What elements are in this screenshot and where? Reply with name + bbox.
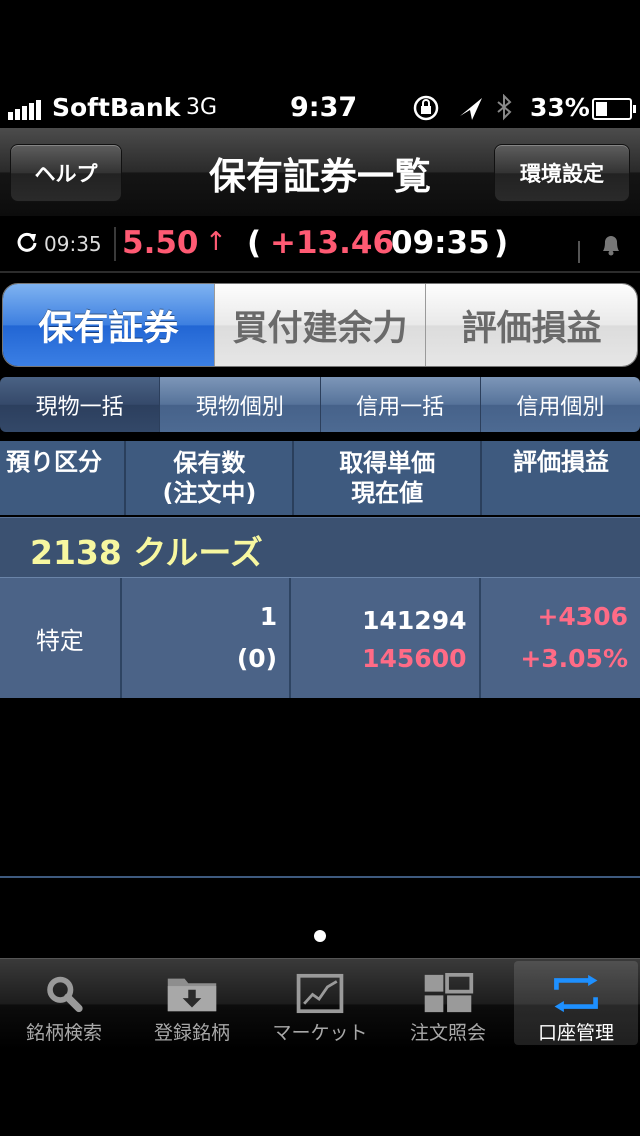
- sub-segmented-control: 現物一括 現物個別 信用一括 信用個別: [0, 377, 640, 432]
- tab-order-inquiry-label: 注文照会: [409, 1022, 486, 1044]
- clock: 9:37: [290, 92, 358, 123]
- cell-price: 141294 145600: [289, 578, 478, 698]
- pl-percent-value: +3.05%: [520, 644, 628, 673]
- pl-amount-value: +4306: [537, 602, 628, 631]
- cell-kubun: 特定: [35, 626, 84, 655]
- header-kubun: 預り区分: [0, 441, 124, 515]
- battery-fill: [596, 102, 607, 116]
- table-header: 預り区分 保有数 (注文中) 取得単価 現在値 評価損益: [0, 441, 640, 515]
- cell-quantity: 1 (0): [119, 578, 289, 698]
- tab-stock-search-label: 銘柄検索: [25, 1022, 102, 1044]
- tab-profit-loss[interactable]: 評価損益: [425, 284, 637, 366]
- acquisition-price-value: 141294: [362, 606, 467, 635]
- close-paren: ): [494, 225, 509, 261]
- bell-icon[interactable]: [598, 231, 624, 257]
- tab-bar: 銘柄検索 登録銘柄 マーケット 注文照会 口座管理: [0, 958, 640, 1049]
- tab-spot-bulk[interactable]: 現物一括: [0, 377, 160, 432]
- header-acq-price-label: 取得単価: [339, 449, 436, 477]
- tab-market[interactable]: マーケット: [258, 961, 382, 1045]
- tab-account-management-label: 口座管理: [537, 1022, 614, 1044]
- navigation-bar: ヘルプ 保有証券一覧 環境設定: [0, 128, 640, 217]
- refresh-loop-icon: [554, 974, 598, 1013]
- header-ordering-label: (注文中): [162, 479, 257, 507]
- status-bar: SoftBank 3G 9:37 33%: [0, 88, 640, 128]
- rotation-lock-icon: [413, 95, 439, 121]
- ticker-bar: 09:35 5.50 ↑ ( +13.46 09:35 ): [0, 217, 640, 273]
- header-quantity: 保有数 (注文中): [124, 441, 292, 515]
- refresh-icon[interactable]: [16, 231, 38, 253]
- tab-buying-power[interactable]: 買付建余力: [213, 284, 426, 366]
- chart-icon: [296, 973, 344, 1014]
- ticker-divider-right: [578, 241, 580, 263]
- tab-registered-stocks-label: 登録銘柄: [153, 1022, 230, 1044]
- settings-button[interactable]: 環境設定: [494, 144, 630, 202]
- open-paren: (: [247, 225, 262, 261]
- header-kubun-label: 預り区分: [6, 448, 102, 476]
- folder-download-icon: [167, 978, 217, 1012]
- index-value: 5.50: [122, 225, 199, 261]
- bluetooth-icon: [497, 93, 512, 121]
- location-icon: [460, 98, 482, 120]
- header-pl: 評価損益: [480, 441, 640, 515]
- network-label: 3G: [186, 95, 218, 120]
- stock-name: 2138 クルーズ: [30, 533, 263, 572]
- divider: [0, 876, 640, 878]
- tab-margin-bulk[interactable]: 信用一括: [319, 377, 480, 432]
- carrier-label: SoftBank: [52, 93, 181, 122]
- tab-margin-individual[interactable]: 信用個別: [479, 377, 640, 432]
- index-time: 09:35: [391, 225, 490, 261]
- battery-icon: [592, 98, 636, 120]
- header-current-price-label: 現在値: [351, 479, 424, 507]
- ticker-divider: [114, 227, 116, 261]
- signal-icon: [8, 100, 41, 120]
- tab-market-label: マーケット: [272, 1022, 368, 1044]
- index-change: +13.46: [270, 225, 395, 261]
- update-time: 09:35: [44, 232, 102, 256]
- quantity-value: 1: [259, 602, 278, 631]
- tab-account-management[interactable]: 口座管理: [514, 961, 638, 1045]
- search-icon: [47, 976, 83, 1013]
- page-indicator: [314, 930, 326, 942]
- cell-pl: +4306 +3.05%: [478, 578, 640, 698]
- tab-order-inquiry[interactable]: 注文照会: [386, 961, 510, 1045]
- header-price: 取得単価 現在値: [292, 441, 480, 515]
- stock-name-row[interactable]: 2138 クルーズ: [0, 517, 640, 577]
- tab-spot-individual[interactable]: 現物個別: [159, 377, 320, 432]
- tab-registered-stocks[interactable]: 登録銘柄: [130, 961, 254, 1045]
- page-title: 保有証券一覧: [209, 155, 431, 198]
- ordering-value: (0): [236, 644, 278, 673]
- battery-percent: 33%: [530, 93, 590, 122]
- table-row[interactable]: 特定 1 (0) 141294 145600 +4306 +3.05%: [0, 577, 640, 698]
- tab-holdings[interactable]: 保有証券: [3, 284, 214, 366]
- header-quantity-label: 保有数: [173, 449, 246, 477]
- up-arrow-icon: ↑: [205, 227, 227, 257]
- help-button[interactable]: ヘルプ: [10, 144, 122, 202]
- tab-stock-search[interactable]: 銘柄検索: [2, 961, 126, 1045]
- header-pl-label: 評価損益: [513, 448, 609, 476]
- main-segmented-control: 保有証券 買付建余力 評価損益: [2, 283, 638, 367]
- status-icons: [412, 93, 522, 128]
- grid-icon: [424, 973, 474, 1013]
- current-price-value: 145600: [362, 644, 467, 673]
